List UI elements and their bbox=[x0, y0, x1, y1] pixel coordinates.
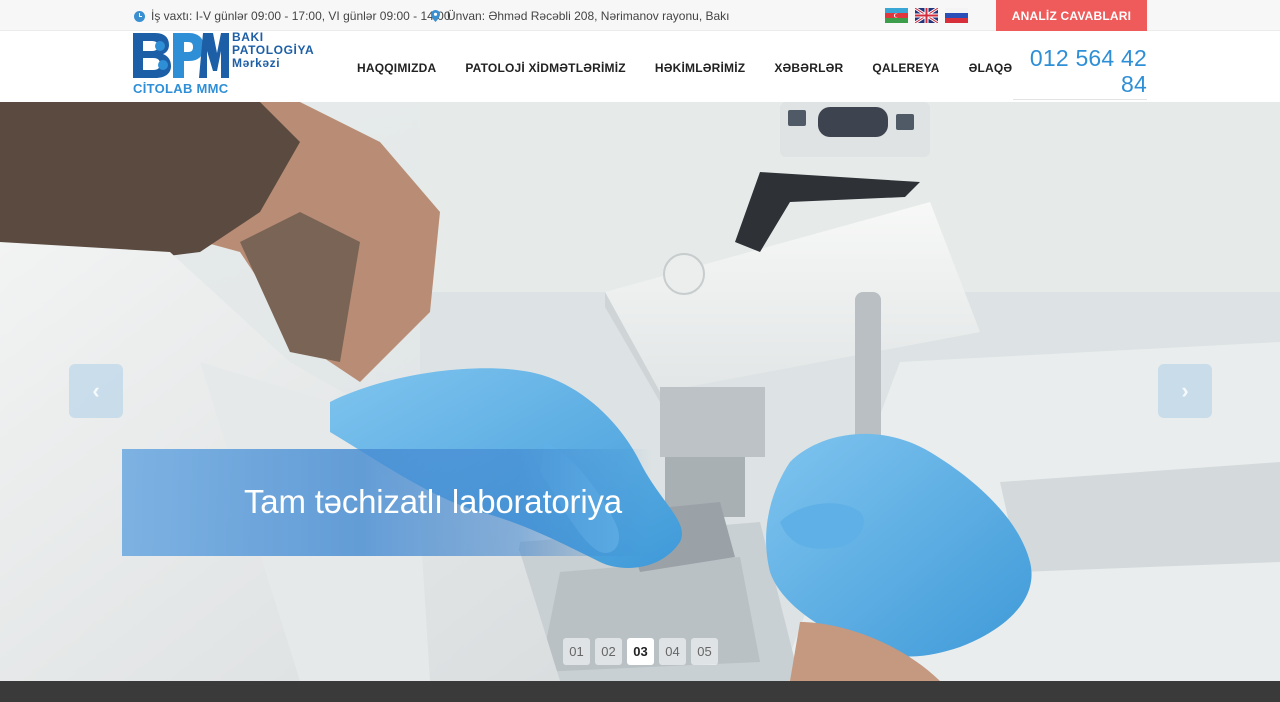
logo-mark-icon bbox=[133, 33, 229, 78]
working-hours: İş vaxtı: I-V günlər 09:00 - 17:00, VI g… bbox=[134, 9, 451, 23]
slide-dot[interactable]: 04 bbox=[659, 638, 686, 665]
nav-item-contact[interactable]: ƏLAQƏ bbox=[969, 61, 1013, 75]
logo-text: BAKI PATOLOGİYA Mərkəzi bbox=[232, 31, 314, 70]
address-text: Ünvan: Əhməd Rəcəbli 208, Nərimanov rayo… bbox=[447, 9, 730, 23]
nav-item-services[interactable]: PATOLOJİ XİDMƏTLƏRİMİZ bbox=[465, 61, 626, 75]
language-switcher bbox=[885, 8, 968, 23]
nav-item-news[interactable]: XƏBƏRLƏR bbox=[774, 61, 843, 75]
main-nav: HAQQIMIZDA PATOLOJİ XİDMƏTLƏRİMİZ HƏKİML… bbox=[357, 61, 1041, 75]
address: Ünvan: Əhməd Rəcəbli 208, Nərimanov rayo… bbox=[431, 9, 730, 23]
slider-prev-button[interactable]: ‹ bbox=[69, 364, 123, 418]
slider-pagination: 01 02 03 04 05 bbox=[563, 638, 718, 665]
section-divider bbox=[0, 681, 1280, 702]
phone-number[interactable]: 012 564 42 84 bbox=[1013, 45, 1147, 97]
slide-dot-active[interactable]: 03 bbox=[627, 638, 654, 665]
hero-slider: ‹ › Tam təchizatlı laboratoriya 01 02 03… bbox=[0, 102, 1280, 681]
slide-caption: Tam təchizatlı laboratoriya bbox=[244, 483, 622, 520]
top-info-bar: İş vaxtı: I-V günlər 09:00 - 17:00, VI g… bbox=[0, 0, 1280, 31]
analysis-results-button[interactable]: ANALİZ CAVABLARI bbox=[996, 0, 1147, 31]
flag-az-icon[interactable] bbox=[885, 8, 908, 23]
flag-en-icon[interactable] bbox=[915, 8, 938, 23]
hero-photo bbox=[0, 102, 1280, 681]
clock-icon bbox=[134, 10, 145, 22]
slider-next-button[interactable]: › bbox=[1158, 364, 1212, 418]
slide-dot[interactable]: 02 bbox=[595, 638, 622, 665]
logo-subtitle: CİTOLAB MMC bbox=[133, 81, 229, 96]
nav-item-about[interactable]: HAQQIMIZDA bbox=[357, 61, 436, 75]
flag-ru-icon[interactable] bbox=[945, 8, 968, 23]
chevron-right-icon: › bbox=[1181, 378, 1189, 403]
nav-item-gallery[interactable]: QALEREYA bbox=[872, 61, 939, 75]
site-logo[interactable]: BAKI PATOLOGİYA Mərkəzi CİTOLAB MMC bbox=[133, 31, 314, 101]
site-header: BAKI PATOLOGİYA Mərkəzi CİTOLAB MMC HAQQ… bbox=[0, 31, 1280, 110]
slide-dot[interactable]: 01 bbox=[563, 638, 590, 665]
call-center: 012 564 42 84 Çağrı Mərkəzi bbox=[1013, 45, 1147, 110]
nav-item-doctors[interactable]: HƏKİMLƏRİMİZ bbox=[655, 61, 745, 75]
working-hours-text: İş vaxtı: I-V günlər 09:00 - 17:00, VI g… bbox=[151, 9, 451, 23]
logo-name-line: Mərkəzi bbox=[232, 56, 281, 70]
map-pin-icon bbox=[431, 10, 440, 22]
slide-dot[interactable]: 05 bbox=[691, 638, 718, 665]
chevron-left-icon: ‹ bbox=[92, 378, 100, 403]
